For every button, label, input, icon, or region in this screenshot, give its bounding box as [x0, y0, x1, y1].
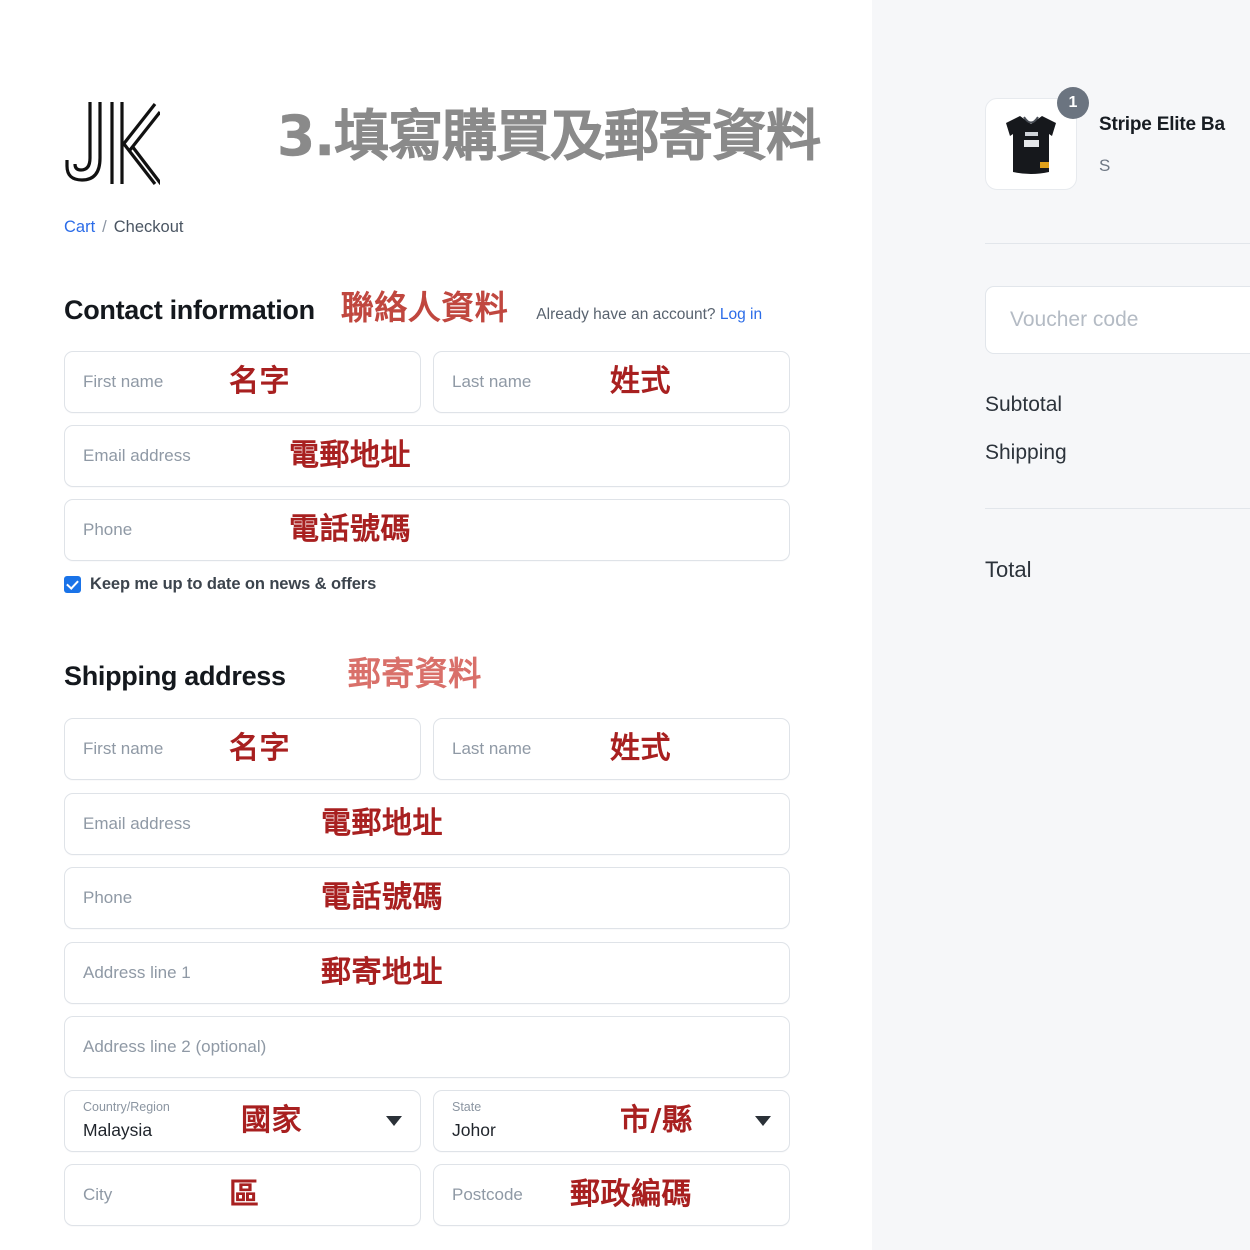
breadcrumb-cart-link[interactable]: Cart	[64, 216, 95, 238]
shipping-postcode-note: 郵政編碼	[570, 1177, 692, 1212]
shipping-postcode-placeholder: Postcode	[452, 1185, 523, 1204]
shipping-address2-row: Address line 2 (optional)	[64, 1016, 790, 1078]
contact-email-note: 電郵地址	[289, 438, 411, 473]
chevron-down-icon[interactable]	[386, 1116, 402, 1126]
shipping-cost-label: Shipping	[985, 441, 1067, 464]
subtotal-label: Subtotal	[985, 393, 1063, 416]
shipping-first-name-placeholder: First name	[83, 739, 164, 758]
shipping-last-name-note: 姓式	[610, 731, 671, 766]
shipping-address-line-2-placeholder: Address line 2 (optional)	[83, 1037, 267, 1056]
contact-first-name-placeholder: First name	[83, 372, 164, 391]
shipping-address-line-2-field[interactable]: Address line 2 (optional)	[64, 1016, 790, 1078]
shipping-city-placeholder: City	[83, 1185, 113, 1204]
shipping-email-field[interactable]: Email address 電郵地址	[64, 793, 790, 855]
shipping-first-name-field[interactable]: First name 名字	[64, 718, 421, 780]
contact-phone-note: 電話號碼	[289, 512, 411, 547]
shipping-phone-field[interactable]: Phone 電話號碼	[64, 867, 790, 929]
shipping-email-placeholder: Email address	[83, 814, 191, 833]
shipping-postcode-field[interactable]: Postcode 郵政編碼	[433, 1164, 790, 1226]
breadcrumb-separator: /	[102, 218, 107, 236]
contact-email-row: Email address 電郵地址	[64, 425, 790, 487]
login-link[interactable]: Log in	[720, 306, 762, 323]
contact-phone-row: Phone 電話號碼	[64, 499, 790, 561]
voucher-code-placeholder: Voucher code	[1010, 308, 1139, 331]
shipping-country-select[interactable]: Country/Region Malaysia 國家	[64, 1090, 421, 1152]
shipping-state-value: Johor	[452, 1120, 496, 1140]
shipping-last-name-placeholder: Last name	[452, 739, 532, 758]
summary-divider-mid	[985, 508, 1250, 509]
contact-information-title: Contact information	[64, 295, 315, 325]
cart-item-name: Stripe Elite Ba	[1099, 114, 1225, 135]
shipping-city-postcode-row: City 區 Postcode 郵政編碼	[64, 1164, 790, 1226]
newsletter-label: Keep me up to date on news & offers	[90, 575, 377, 593]
checkout-page: 3.填寫購買及郵寄資料 Cart / Checkout Contact info…	[0, 0, 1250, 1250]
contact-information-note: 聯絡人資料	[340, 288, 509, 327]
shipping-address1-row: Address line 1 郵寄地址	[64, 942, 790, 1004]
contact-last-name-field[interactable]: Last name 姓式	[433, 351, 790, 413]
contact-information-header: Contact information 聯絡人資料 Already have a…	[64, 291, 832, 327]
shipping-address-header: Shipping address 郵寄資料	[64, 657, 832, 693]
shipping-country-state-row: Country/Region Malaysia 國家 State Johor 市…	[64, 1090, 790, 1152]
cart-item-details: Stripe Elite Ba S	[1099, 98, 1225, 190]
shipping-city-field[interactable]: City 區	[64, 1164, 421, 1226]
breadcrumb: Cart / Checkout	[64, 216, 183, 238]
contact-first-name-field[interactable]: First name 名字	[64, 351, 421, 413]
shipping-last-name-field[interactable]: Last name 姓式	[433, 718, 790, 780]
contact-name-row: First name 名字 Last name 姓式	[64, 351, 790, 413]
jk-monogram-logo-icon	[62, 96, 160, 190]
shipping-phone-placeholder: Phone	[83, 888, 133, 907]
shipping-name-row: First name 名字 Last name 姓式	[64, 718, 790, 780]
contact-phone-placeholder: Phone	[83, 520, 133, 539]
shipping-phone-row: Phone 電話號碼	[64, 867, 790, 929]
shipping-country-label: Country/Region	[83, 1100, 170, 1114]
shipping-state-select[interactable]: State Johor 市/縣	[433, 1090, 790, 1152]
contact-last-name-placeholder: Last name	[452, 372, 532, 391]
newsletter-checkbox[interactable]	[64, 576, 81, 593]
order-summary-panel: 1 Stripe Elite Ba S Voucher code Subtota…	[872, 0, 1250, 1250]
contact-last-name-note: 姓式	[610, 364, 671, 399]
shipping-address-line-1-field[interactable]: Address line 1 郵寄地址	[64, 942, 790, 1004]
voucher-code-input[interactable]: Voucher code	[985, 286, 1250, 354]
contact-email-placeholder: Email address	[83, 446, 191, 465]
account-prompt: Already have an account? Log in	[536, 304, 762, 326]
shipping-phone-note: 電話號碼	[321, 880, 443, 915]
cart-item-variant: S	[1099, 156, 1111, 175]
breadcrumb-current: Checkout	[113, 218, 184, 236]
contact-first-name-note: 名字	[229, 364, 290, 399]
contact-email-field[interactable]: Email address 電郵地址	[64, 425, 790, 487]
cart-item-quantity-badge: 1	[1057, 87, 1089, 119]
shipping-email-note: 電郵地址	[321, 806, 443, 841]
shipping-first-name-note: 名字	[229, 731, 290, 766]
cart-item-thumbnail-wrap: 1	[985, 87, 1089, 190]
page-title: 3.填寫購買及郵寄資料	[277, 104, 822, 168]
checkout-form-panel: 3.填寫購買及郵寄資料 Cart / Checkout Contact info…	[0, 0, 872, 1250]
shipping-state-note: 市/縣	[620, 1103, 693, 1138]
shipping-address-line-1-note: 郵寄地址	[321, 955, 443, 990]
account-prompt-text: Already have an account?	[536, 306, 716, 323]
total-label: Total	[985, 557, 1032, 582]
shipping-country-value: Malaysia	[83, 1120, 153, 1140]
shipping-address-line-1-placeholder: Address line 1	[83, 963, 191, 982]
summary-divider-top	[985, 243, 1250, 244]
page-header: 3.填寫購買及郵寄資料	[62, 96, 852, 192]
cart-line-item: 1 Stripe Elite Ba S	[985, 87, 1225, 190]
chevron-down-icon[interactable]	[755, 1116, 771, 1126]
shipping-city-note: 區	[229, 1177, 260, 1212]
shipping-state-label: State	[452, 1100, 482, 1114]
shipping-country-note: 國家	[241, 1103, 302, 1138]
newsletter-checkbox-row[interactable]: Keep me up to date on news & offers	[64, 575, 376, 594]
contact-phone-field[interactable]: Phone 電話號碼	[64, 499, 790, 561]
shipping-address-title: Shipping address	[64, 661, 286, 691]
shipping-email-row: Email address 電郵地址	[64, 793, 790, 855]
shipping-address-note: 郵寄資料	[347, 654, 482, 693]
